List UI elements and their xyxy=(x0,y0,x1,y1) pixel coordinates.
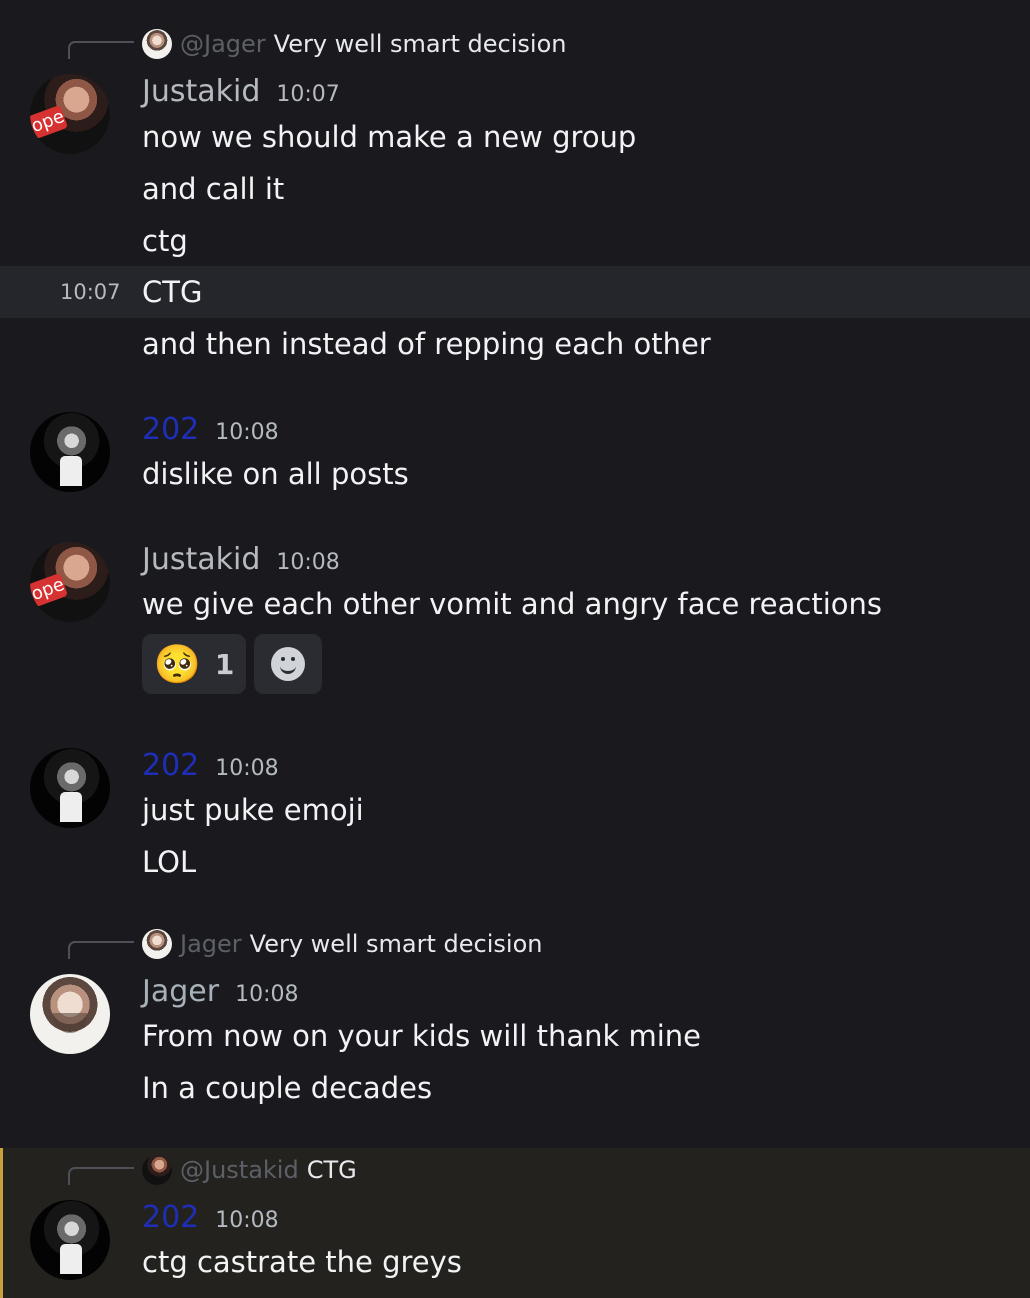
avatar-shirt xyxy=(60,1244,82,1274)
message-text: ctg xyxy=(142,224,188,258)
timestamp: 10:08 xyxy=(235,982,299,1007)
smiley-icon xyxy=(271,647,305,681)
reply-text: Very well smart decision xyxy=(273,30,567,58)
timestamp: 10:08 xyxy=(215,420,279,445)
message-header: Justakid 10:08 xyxy=(142,542,340,578)
reply-connector xyxy=(68,1167,134,1185)
pleading-face-icon: 🥺 xyxy=(153,642,201,686)
username[interactable]: Justakid xyxy=(142,542,260,578)
avatar-shirt xyxy=(60,456,82,486)
message-header: Justakid 10:07 xyxy=(142,74,340,110)
reply-author[interactable]: @Justakid xyxy=(180,1156,299,1184)
avatar[interactable] xyxy=(30,974,110,1054)
hover-timestamp: 10:07 xyxy=(60,280,121,304)
avatar[interactable]: ope xyxy=(30,74,110,154)
reply-connector xyxy=(68,41,134,59)
smiley-mouth xyxy=(280,663,296,674)
message-text: now we should make a new group xyxy=(142,120,637,154)
timestamp: 10:08 xyxy=(276,550,340,575)
avatar[interactable] xyxy=(30,748,110,828)
add-reaction-button[interactable] xyxy=(254,634,322,694)
avatar-sticker: ope xyxy=(30,572,69,608)
message-text: LOL xyxy=(142,845,197,879)
reaction-count: 1 xyxy=(214,647,235,681)
username[interactable]: 202 xyxy=(142,412,199,448)
avatar[interactable]: ope xyxy=(30,542,110,622)
message-text: ctg castrate the greys xyxy=(142,1245,462,1279)
reply-author[interactable]: @Jager xyxy=(180,30,266,58)
reply-avatar xyxy=(142,929,172,959)
mention-bar xyxy=(0,1148,3,1298)
reply-preview[interactable]: Jager Very well smart decision xyxy=(142,928,542,960)
avatar-shirt xyxy=(60,792,82,822)
message-header: 202 10:08 xyxy=(142,748,279,784)
message-header: 202 10:08 xyxy=(142,1200,279,1236)
reply-preview[interactable]: @Justakid CTG xyxy=(142,1154,357,1186)
reply-author[interactable]: Jager xyxy=(180,930,242,958)
username[interactable]: Jager xyxy=(142,974,219,1010)
username[interactable]: 202 xyxy=(142,1200,199,1236)
avatar-sticker: ope xyxy=(30,104,69,140)
reply-connector xyxy=(68,941,134,959)
message-header: Jager 10:08 xyxy=(142,974,298,1010)
message-text: just puke emoji xyxy=(142,793,364,827)
reply-avatar xyxy=(142,1155,172,1185)
message-text: dislike on all posts xyxy=(142,457,409,491)
reply-text: CTG xyxy=(306,1156,357,1184)
timestamp: 10:07 xyxy=(276,82,340,107)
reaction-pleading-face[interactable]: 🥺 1 xyxy=(142,634,246,694)
avatar[interactable] xyxy=(30,412,110,492)
message-text: From now on your kids will thank mine xyxy=(142,1019,702,1053)
message-text: and then instead of repping each other xyxy=(142,327,711,361)
username[interactable]: Justakid xyxy=(142,74,260,110)
chat-window: @Jager Very well smart decision ope Just… xyxy=(0,0,1030,1298)
message-text: In a couple decades xyxy=(142,1071,433,1105)
message-header: 202 10:08 xyxy=(142,412,279,448)
timestamp: 10:08 xyxy=(215,756,279,781)
reply-preview[interactable]: @Jager Very well smart decision xyxy=(142,28,566,60)
message-text: and call it xyxy=(142,172,285,206)
message-text: we give each other vomit and angry face … xyxy=(142,587,883,621)
reply-avatar xyxy=(142,29,172,59)
message-text: CTG xyxy=(142,275,203,309)
reply-text: Very well smart decision xyxy=(249,930,543,958)
timestamp: 10:08 xyxy=(215,1208,279,1233)
avatar-beard xyxy=(53,1013,87,1033)
avatar[interactable] xyxy=(30,1200,110,1280)
username[interactable]: 202 xyxy=(142,748,199,784)
